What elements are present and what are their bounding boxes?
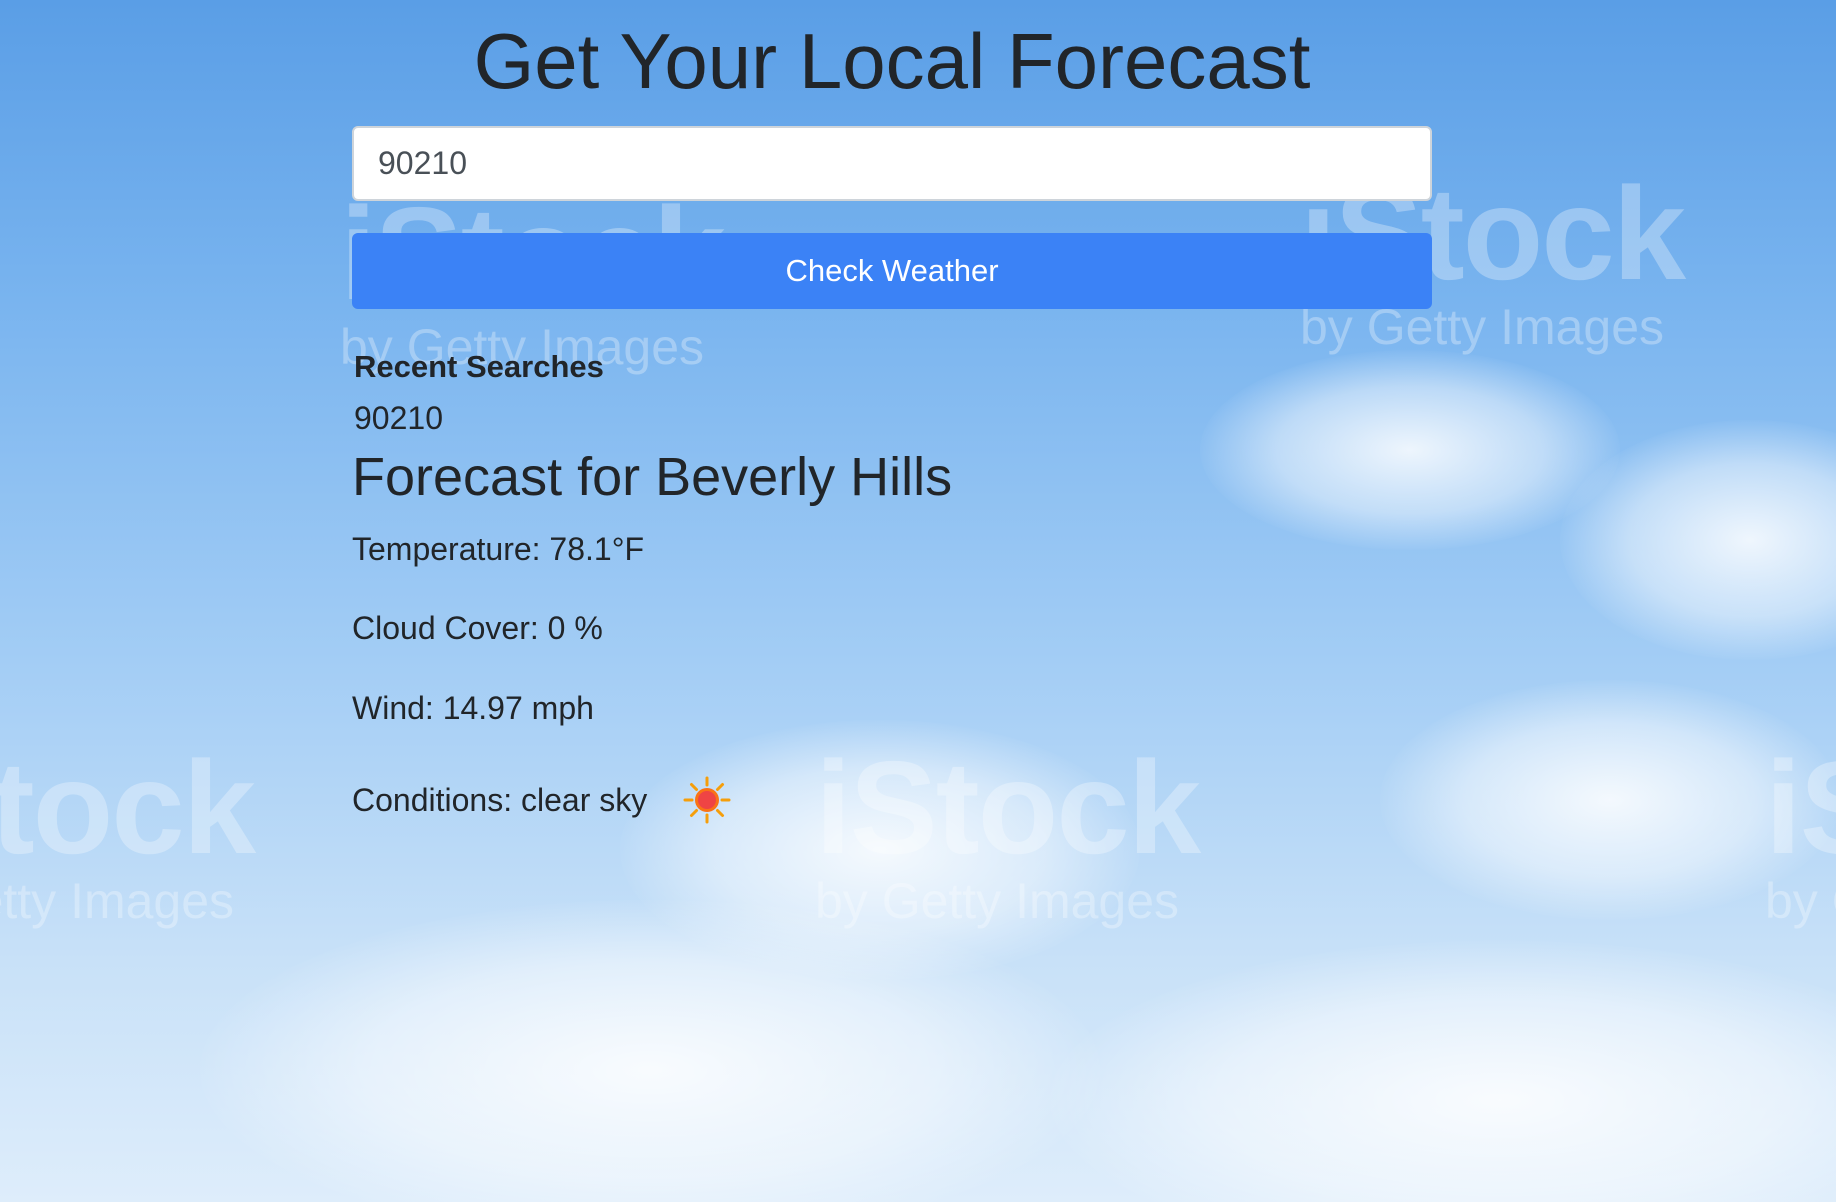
cloud [1050, 940, 1836, 1202]
page-title: Get Your Local Forecast [473, 17, 1311, 105]
forecast-title: Forecast for Beverly Hills [352, 447, 953, 507]
conditions-text: Conditions: clear sky [352, 782, 648, 819]
recent-searches-title: Recent Searches [354, 349, 604, 384]
recent-searches: Recent Searches 90210 [352, 351, 1432, 434]
watermark: iStock by Getty Images [0, 734, 256, 929]
sun-icon [683, 776, 731, 824]
conditions-row: Conditions: clear sky [352, 776, 1432, 824]
recent-search-item[interactable]: 90210 [352, 402, 1432, 434]
cloud-cover-text: Cloud Cover: 0 % [352, 610, 603, 647]
temperature-text: Temperature: 78.1°F [352, 531, 645, 568]
forecast-panel: Forecast for Beverly Hills Temperature: … [352, 447, 1432, 824]
zip-code-input[interactable] [352, 126, 1432, 201]
check-weather-button[interactable]: Check Weather [352, 233, 1432, 309]
watermark: iStock by Getty Images [1765, 734, 1836, 929]
wind-text: Wind: 14.97 mph [352, 690, 594, 727]
main-container: Get Your Local Forecast Check Weather Re… [352, 0, 1432, 824]
